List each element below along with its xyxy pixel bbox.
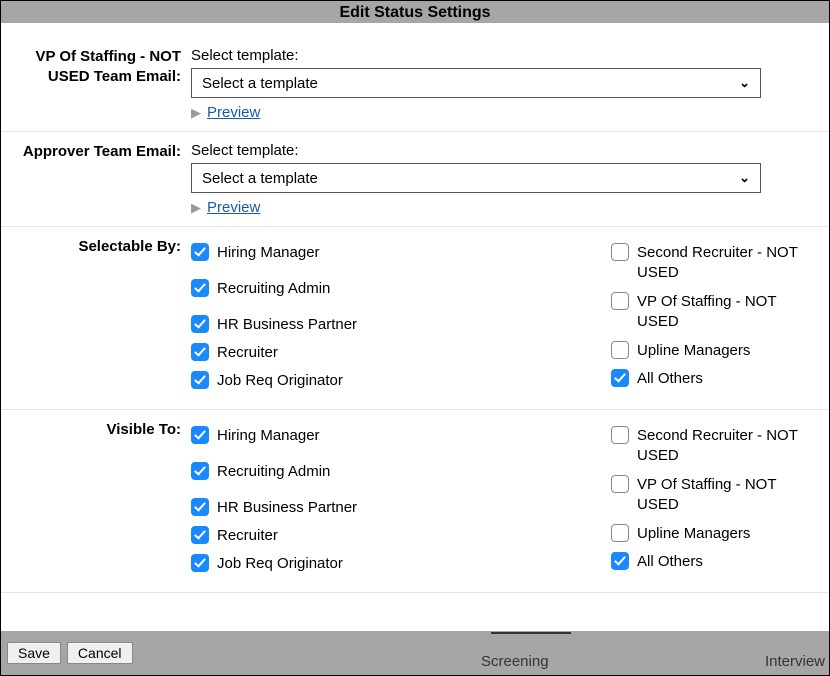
checkbox-label: Recruiting Admin bbox=[217, 463, 330, 480]
checkbox-label: HR Business Partner bbox=[217, 499, 357, 516]
chevron-down-icon: ⌄ bbox=[739, 75, 750, 91]
row-selectable-by: Selectable By: Hiring Manager Recruiting… bbox=[1, 227, 829, 410]
checkbox-recruiter-vt[interactable] bbox=[191, 526, 209, 544]
background-strike bbox=[491, 632, 571, 634]
footer-bar: Screening Interview Save Cancel bbox=[1, 631, 829, 675]
select-template-label: Select template: bbox=[191, 47, 813, 64]
triangle-right-icon: ▶ bbox=[191, 201, 201, 214]
checkbox-label: All Others bbox=[637, 553, 703, 570]
template-select-approver-value: Select a template bbox=[202, 170, 318, 187]
checkbox-second-recruiter-vt[interactable] bbox=[611, 426, 629, 444]
checkbox-job-req-originator-vt[interactable] bbox=[191, 554, 209, 572]
selectable-by-left-col: Hiring Manager Recruiting Admin HR Busin… bbox=[191, 237, 601, 399]
checkbox-label: Recruiter bbox=[217, 344, 278, 361]
checkbox-label: Recruiting Admin bbox=[217, 280, 330, 297]
checkbox-hr-business-partner-vt[interactable] bbox=[191, 498, 209, 516]
checkbox-hiring-manager-vt[interactable] bbox=[191, 426, 209, 444]
background-text-screening: Screening bbox=[481, 653, 549, 670]
checkbox-label: All Others bbox=[637, 370, 703, 387]
field-selectable-by: Hiring Manager Recruiting Admin HR Busin… bbox=[191, 237, 829, 399]
field-vp-team-email: Select template: Select a template ⌄ ▶ P… bbox=[191, 47, 829, 121]
save-button[interactable]: Save bbox=[7, 642, 61, 664]
background-text-interview: Interview bbox=[765, 653, 825, 670]
template-select-vp-value: Select a template bbox=[202, 75, 318, 92]
label-approver-team-email: Approver Team Email: bbox=[1, 142, 191, 216]
label-visible-to: Visible To: bbox=[1, 420, 191, 582]
checkbox-label: Job Req Originator bbox=[217, 372, 343, 389]
template-select-approver[interactable]: Select a template ⌄ bbox=[191, 163, 761, 193]
checkbox-label: VP Of Staffing - NOT USED bbox=[637, 292, 813, 331]
checkbox-recruiting-admin[interactable] bbox=[191, 279, 209, 297]
cancel-button[interactable]: Cancel bbox=[67, 642, 133, 664]
preview-line-vp: ▶ Preview bbox=[191, 104, 813, 121]
checkbox-label: Hiring Manager bbox=[217, 427, 320, 444]
checkbox-label: Second Recruiter - NOT USED bbox=[637, 426, 813, 465]
preview-link-vp[interactable]: Preview bbox=[207, 104, 260, 121]
selectable-by-right-col: Second Recruiter - NOT USED VP Of Staffi… bbox=[611, 237, 813, 399]
checkbox-all-others-vt[interactable] bbox=[611, 552, 629, 570]
preview-link-approver[interactable]: Preview bbox=[207, 199, 260, 216]
label-vp-team-email: VP Of Staffing - NOT USED Team Email: bbox=[1, 47, 191, 121]
checkbox-label: VP Of Staffing - NOT USED bbox=[637, 475, 813, 514]
checkbox-upline-managers-vt[interactable] bbox=[611, 524, 629, 542]
triangle-right-icon: ▶ bbox=[191, 106, 201, 119]
content-area: VP Of Staffing - NOT USED Team Email: Se… bbox=[1, 23, 829, 631]
checkbox-vp-staffing[interactable] bbox=[611, 292, 629, 310]
checkbox-all-others[interactable] bbox=[611, 369, 629, 387]
checkbox-label: Hiring Manager bbox=[217, 244, 320, 261]
checkbox-label: Second Recruiter - NOT USED bbox=[637, 243, 813, 282]
checkbox-upline-managers[interactable] bbox=[611, 341, 629, 359]
field-visible-to: Hiring Manager Recruiting Admin HR Busin… bbox=[191, 420, 829, 582]
checkbox-label: Job Req Originator bbox=[217, 555, 343, 572]
checkbox-vp-staffing-vt[interactable] bbox=[611, 475, 629, 493]
checkbox-job-req-originator[interactable] bbox=[191, 371, 209, 389]
row-vp-team-email: VP Of Staffing - NOT USED Team Email: Se… bbox=[1, 23, 829, 132]
field-approver-team-email: Select template: Select a template ⌄ ▶ P… bbox=[191, 142, 829, 216]
checkbox-recruiting-admin-vt[interactable] bbox=[191, 462, 209, 480]
checkbox-label: Recruiter bbox=[217, 527, 278, 544]
checkbox-second-recruiter[interactable] bbox=[611, 243, 629, 261]
template-select-vp[interactable]: Select a template ⌄ bbox=[191, 68, 761, 98]
visible-to-left-col: Hiring Manager Recruiting Admin HR Busin… bbox=[191, 420, 601, 582]
row-visible-to: Visible To: Hiring Manager Recruiting Ad… bbox=[1, 410, 829, 593]
label-selectable-by: Selectable By: bbox=[1, 237, 191, 399]
select-template-label-approver: Select template: bbox=[191, 142, 813, 159]
visible-to-right-col: Second Recruiter - NOT USED VP Of Staffi… bbox=[611, 420, 813, 582]
checkbox-label: HR Business Partner bbox=[217, 316, 357, 333]
checkbox-hiring-manager[interactable] bbox=[191, 243, 209, 261]
checkbox-recruiter[interactable] bbox=[191, 343, 209, 361]
checkbox-hr-business-partner[interactable] bbox=[191, 315, 209, 333]
checkbox-label: Upline Managers bbox=[637, 342, 750, 359]
preview-line-approver: ▶ Preview bbox=[191, 199, 813, 216]
row-approver-team-email: Approver Team Email: Select template: Se… bbox=[1, 132, 829, 227]
checkbox-label: Upline Managers bbox=[637, 525, 750, 542]
chevron-down-icon: ⌄ bbox=[739, 170, 750, 186]
